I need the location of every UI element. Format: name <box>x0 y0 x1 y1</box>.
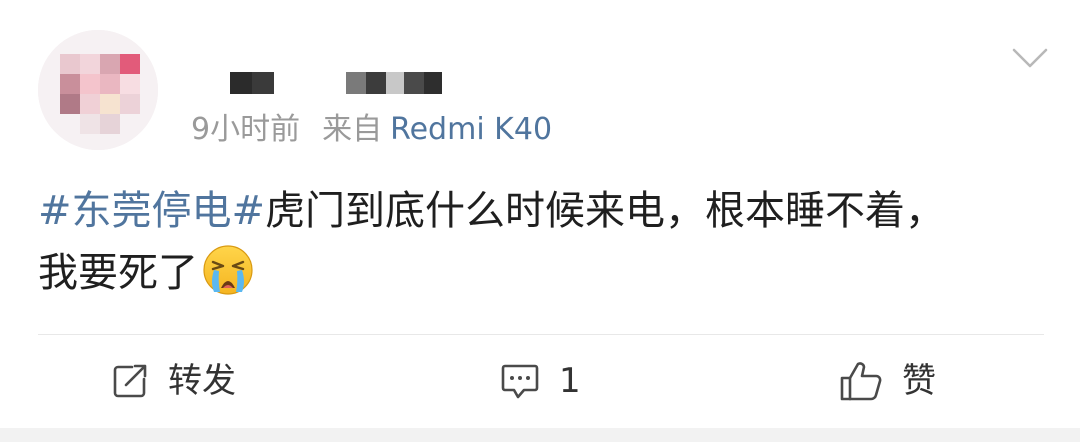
mosaic-block <box>366 72 386 94</box>
crying-face-emoji <box>202 244 254 296</box>
post-meta: 9小时前 来自 Redmi K40 <box>191 110 552 150</box>
username-mosaic[interactable] <box>346 72 442 94</box>
repost-icon <box>113 364 147 398</box>
avatar-pixel <box>120 74 140 94</box>
card-separator <box>0 428 1080 442</box>
like-label: 赞 <box>902 361 936 401</box>
thumbs-up-icon <box>840 362 882 401</box>
post-text: #东莞停电#虎门到底什么时候来电，根本睡不着， 我要死了 <box>38 180 1038 304</box>
mosaic-block <box>386 72 404 94</box>
mosaic-block <box>404 72 424 94</box>
avatar-pixel <box>100 54 120 74</box>
mosaic-block <box>346 72 366 94</box>
avatar-pixel <box>80 114 100 134</box>
divider <box>38 334 1044 335</box>
avatar-pixel <box>120 54 140 74</box>
chevron-down-icon[interactable] <box>1010 44 1050 72</box>
avatar-pixel <box>60 74 80 94</box>
comment-button[interactable]: 1 <box>499 355 581 407</box>
username-mosaic[interactable] <box>230 72 274 94</box>
post-time: 9小时前 <box>191 112 301 147</box>
avatar-pixel <box>60 54 80 74</box>
repost-label: 转发 <box>168 361 236 401</box>
source-device-link[interactable]: Redmi K40 <box>390 112 552 147</box>
mosaic-block <box>230 72 252 94</box>
avatar-pixel <box>100 74 120 94</box>
avatar-pixel <box>80 74 100 94</box>
post-text-line1: 虎门到底什么时候来电，根本睡不着， <box>265 188 946 234</box>
post-text-line2: 我要死了 <box>38 250 198 296</box>
hashtag-link[interactable]: #东莞停电# <box>38 188 265 234</box>
avatar-pixel <box>60 94 80 114</box>
avatar[interactable] <box>38 30 158 150</box>
avatar-pixel <box>120 94 140 114</box>
mosaic-block <box>424 72 442 94</box>
avatar-pixel <box>100 114 120 134</box>
weibo-post-card: 9小时前 来自 Redmi K40 #东莞停电#虎门到底什么时候来电，根本睡不着， … <box>0 0 1080 442</box>
comment-count: 1 <box>559 361 581 401</box>
avatar-pixel <box>80 94 100 114</box>
like-button[interactable]: 赞 <box>838 355 936 407</box>
avatar-pixel <box>80 54 100 74</box>
avatar-pixel <box>100 94 120 114</box>
mosaic-block <box>252 72 274 94</box>
repost-button[interactable]: 转发 <box>110 355 236 407</box>
source-prefix: 来自 <box>322 112 383 147</box>
comment-icon <box>501 364 539 399</box>
